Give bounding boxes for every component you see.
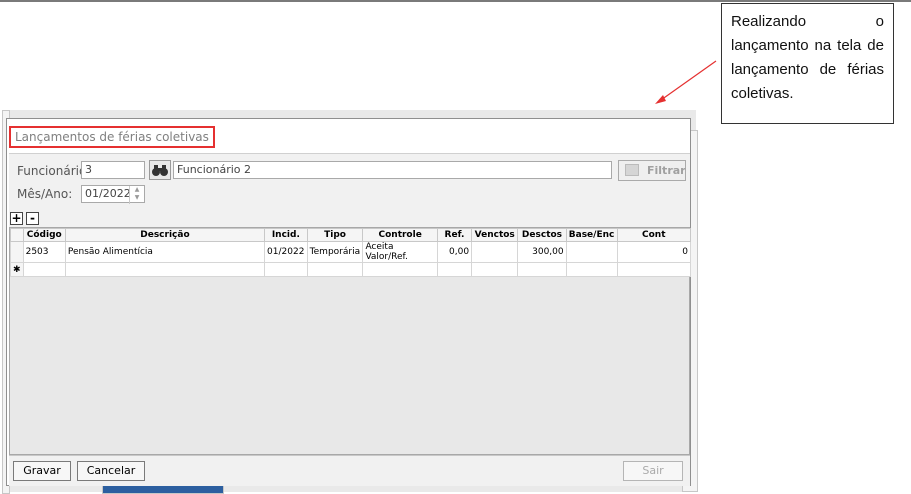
dialog-footer: Gravar Cancelar Sair [9, 455, 690, 486]
dialog-titlebar: Lançamentos de férias coletivas [7, 119, 690, 153]
column-header[interactable]: Desctos [517, 228, 567, 242]
cell-desctos[interactable]: 300,00 [517, 241, 567, 263]
table-row[interactable]: 2503 Pensão Alimentícia 01/2022 Temporár… [10, 241, 691, 263]
launch-grid[interactable]: Código Descrição Incid. Tipo Controle Re… [9, 227, 691, 455]
new-cell[interactable] [306, 262, 364, 277]
cell-controle[interactable]: Aceita Valor/Ref. [362, 241, 438, 263]
new-cell[interactable] [616, 262, 691, 277]
new-cell[interactable] [64, 262, 266, 277]
row-indicator[interactable] [10, 241, 24, 263]
funcionario-name-input[interactable]: Funcionário 2 [173, 161, 612, 179]
cell-descricao[interactable]: Pensão Alimentícia [64, 241, 266, 263]
new-cell[interactable] [565, 262, 618, 277]
new-cell[interactable] [362, 262, 438, 277]
column-header[interactable]: Venctos [471, 228, 519, 242]
new-cell[interactable] [436, 262, 473, 277]
cell-ref[interactable]: 0,00 [436, 241, 473, 263]
save-button[interactable]: Gravar [13, 461, 71, 481]
funcionario-label: Funcionário: [17, 164, 91, 178]
spin-down-icon[interactable]: ▼ [130, 194, 144, 202]
mes-ano-input[interactable]: 01/2022 ▲ ▼ [81, 185, 145, 204]
cell-tipo[interactable]: Temporária [306, 241, 364, 263]
filter-panel: Funcionário: 3 Funcionário 2 Filtrar Mês… [9, 153, 690, 211]
mes-ano-label: Mês/Ano: [17, 187, 73, 201]
filter-icon [625, 164, 639, 176]
new-cell[interactable] [517, 262, 567, 277]
dialog-title: Lançamentos de férias coletivas [9, 126, 215, 148]
binoculars-icon [152, 165, 168, 176]
add-row-button[interactable]: + [10, 212, 23, 225]
new-row-icon: ✱ [10, 262, 24, 277]
column-header[interactable]: Ref. [436, 228, 473, 242]
remove-row-button[interactable]: - [26, 212, 39, 225]
cell-incid[interactable]: 01/2022 [264, 241, 308, 263]
table-header-row: Código Descrição Incid. Tipo Controle Re… [10, 228, 691, 242]
callout-text: Realizando o lançamento na tela de lança… [731, 13, 884, 102]
row-indicator-header [10, 228, 24, 242]
new-cell[interactable] [471, 262, 519, 277]
column-header[interactable]: Base/Enc [565, 228, 618, 242]
mes-ano-spinner[interactable]: ▲ ▼ [129, 186, 144, 204]
grid-toolbar: + - [9, 210, 690, 228]
launch-table: Código Descrição Incid. Tipo Controle Re… [10, 228, 691, 277]
column-header[interactable]: Código [22, 228, 66, 242]
ferias-dialog: Lançamentos de férias coletivas Funcioná… [6, 118, 691, 486]
new-cell[interactable] [22, 262, 66, 277]
filter-button[interactable]: Filtrar [618, 160, 686, 181]
spin-up-icon[interactable]: ▲ [130, 186, 144, 194]
exit-button[interactable]: Sair [623, 461, 683, 481]
column-header[interactable]: Tipo [306, 228, 364, 242]
cancel-button[interactable]: Cancelar [77, 461, 145, 481]
cell-codigo[interactable]: 2503 [22, 241, 66, 263]
top-border [0, 0, 911, 2]
cell-venctos[interactable] [471, 241, 519, 263]
cell-cont[interactable]: 0 [616, 241, 691, 263]
column-header[interactable]: Cont [616, 228, 691, 242]
column-header[interactable]: Incid. [264, 228, 308, 242]
new-cell[interactable] [264, 262, 308, 277]
table-new-row[interactable]: ✱ [10, 262, 691, 277]
mes-ano-value: 01/2022 [85, 187, 131, 200]
funcionario-code-input[interactable]: 3 [81, 161, 145, 179]
annotation-callout: Realizando o lançamento na tela de lança… [721, 3, 894, 124]
filter-label: Filtrar [647, 164, 686, 177]
cell-base-enc[interactable] [565, 241, 618, 263]
column-header[interactable]: Controle [362, 228, 438, 242]
column-header[interactable]: Descrição [64, 228, 266, 242]
search-employee-button[interactable] [149, 160, 171, 180]
